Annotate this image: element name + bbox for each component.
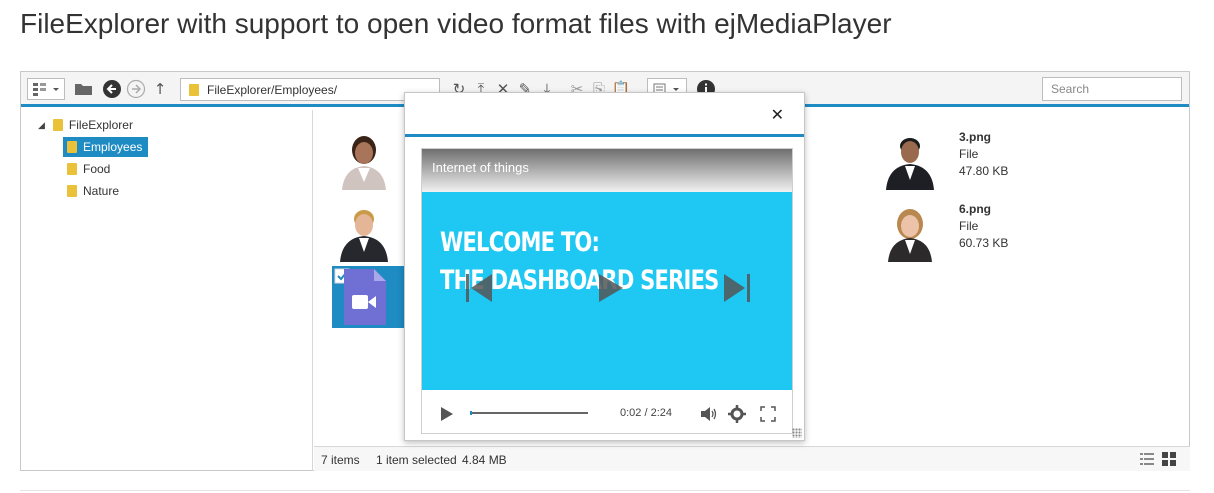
item-count: 7 items — [321, 453, 360, 467]
tree-item-root[interactable]: ◢ FileExplorer — [38, 115, 133, 135]
file-size: 47.80 KB — [959, 164, 1009, 178]
folder-icon — [67, 141, 77, 153]
up-icon: ↑ — [153, 80, 167, 98]
new-folder-button[interactable] — [73, 78, 95, 100]
grid-view-icon[interactable] — [1162, 452, 1176, 466]
forward-button[interactable] — [125, 78, 147, 100]
file-tile[interactable]: 6.png File 60.73 KB — [866, 196, 1046, 262]
media-player-dialog: ✕ Internet of things WELCOME TO: THE DAS… — [404, 92, 805, 441]
media-player: Internet of things WELCOME TO: THE DASHB… — [421, 148, 793, 434]
next-icon[interactable] — [722, 272, 752, 304]
time-display: 0:02 / 2:24 — [620, 407, 672, 419]
selection-status: 1 item selected — [376, 453, 457, 467]
list-view-icon[interactable] — [1140, 452, 1154, 466]
file-type: File — [959, 219, 979, 233]
employee-photo — [888, 209, 932, 262]
volume-icon[interactable] — [700, 406, 718, 422]
employee-photo — [340, 210, 388, 262]
settings-gear-icon[interactable] — [728, 405, 746, 423]
previous-icon[interactable] — [464, 272, 494, 304]
file-name: 6.png — [959, 202, 991, 216]
selection-size: 4.84 MB — [462, 453, 507, 467]
up-button[interactable]: ↑ — [149, 78, 171, 100]
tree-label: Employees — [83, 140, 143, 154]
employee-photo — [886, 138, 934, 190]
tree-item-food[interactable]: Food — [67, 159, 110, 179]
tree-label: FileExplorer — [68, 118, 133, 132]
dialog-header: ✕ — [405, 93, 804, 137]
file-tile[interactable]: 3.png File 47.80 KB — [866, 124, 1046, 190]
video-file-icon — [344, 269, 386, 325]
player-controls: 0:02 / 2:24 — [422, 390, 792, 433]
file-size: 60.73 KB — [959, 236, 1009, 250]
folder-icon — [189, 83, 199, 96]
play-icon[interactable] — [440, 406, 454, 422]
dropdown-icon — [53, 88, 59, 91]
resize-handle[interactable] — [792, 428, 802, 438]
video-title: Internet of things — [432, 160, 529, 175]
search-input[interactable] — [1042, 77, 1182, 101]
forward-icon — [126, 79, 146, 99]
video-frame[interactable]: WELCOME TO: THE DASHBOARD SERIES — [422, 192, 792, 390]
folder-icon — [67, 185, 77, 197]
back-icon — [103, 80, 121, 98]
address-path: FileExplorer/Employees/ — [207, 82, 338, 97]
tree-label: Food — [83, 162, 111, 176]
employee-photo — [342, 136, 386, 190]
address-bar[interactable]: FileExplorer/Employees/ — [180, 78, 440, 101]
fullscreen-icon[interactable] — [760, 406, 776, 422]
tree-item-employees[interactable]: Employees — [63, 137, 149, 157]
back-button[interactable] — [101, 78, 123, 100]
tree-label: Nature — [83, 184, 120, 198]
folder-tree: ◢ FileExplorer Employees Food Nature — [21, 110, 313, 471]
progress-bar[interactable] — [470, 410, 590, 416]
tree-item-nature[interactable]: Nature — [67, 181, 119, 201]
progress-fill — [470, 411, 472, 415]
file-type: File — [959, 147, 979, 161]
play-overlay-icon[interactable] — [597, 272, 625, 304]
folder-icon — [52, 119, 63, 131]
close-icon[interactable]: ✕ — [771, 105, 784, 124]
divider — [20, 490, 1190, 491]
progress-track — [470, 412, 588, 414]
new-folder-icon — [75, 84, 92, 95]
folder-icon — [67, 163, 77, 175]
slide-line-1: WELCOME TO: — [440, 227, 600, 258]
status-bar: 7 items 1 item selected 4.84 MB — [314, 446, 1190, 471]
collapse-icon[interactable]: ◢ — [38, 120, 45, 131]
video-title-bar: Internet of things — [422, 149, 792, 192]
layout-switcher[interactable] — [27, 78, 65, 100]
file-name: 3.png — [959, 130, 991, 144]
page-title: FileExplorer with support to open video … — [20, 8, 892, 39]
layout-icon — [33, 83, 46, 96]
